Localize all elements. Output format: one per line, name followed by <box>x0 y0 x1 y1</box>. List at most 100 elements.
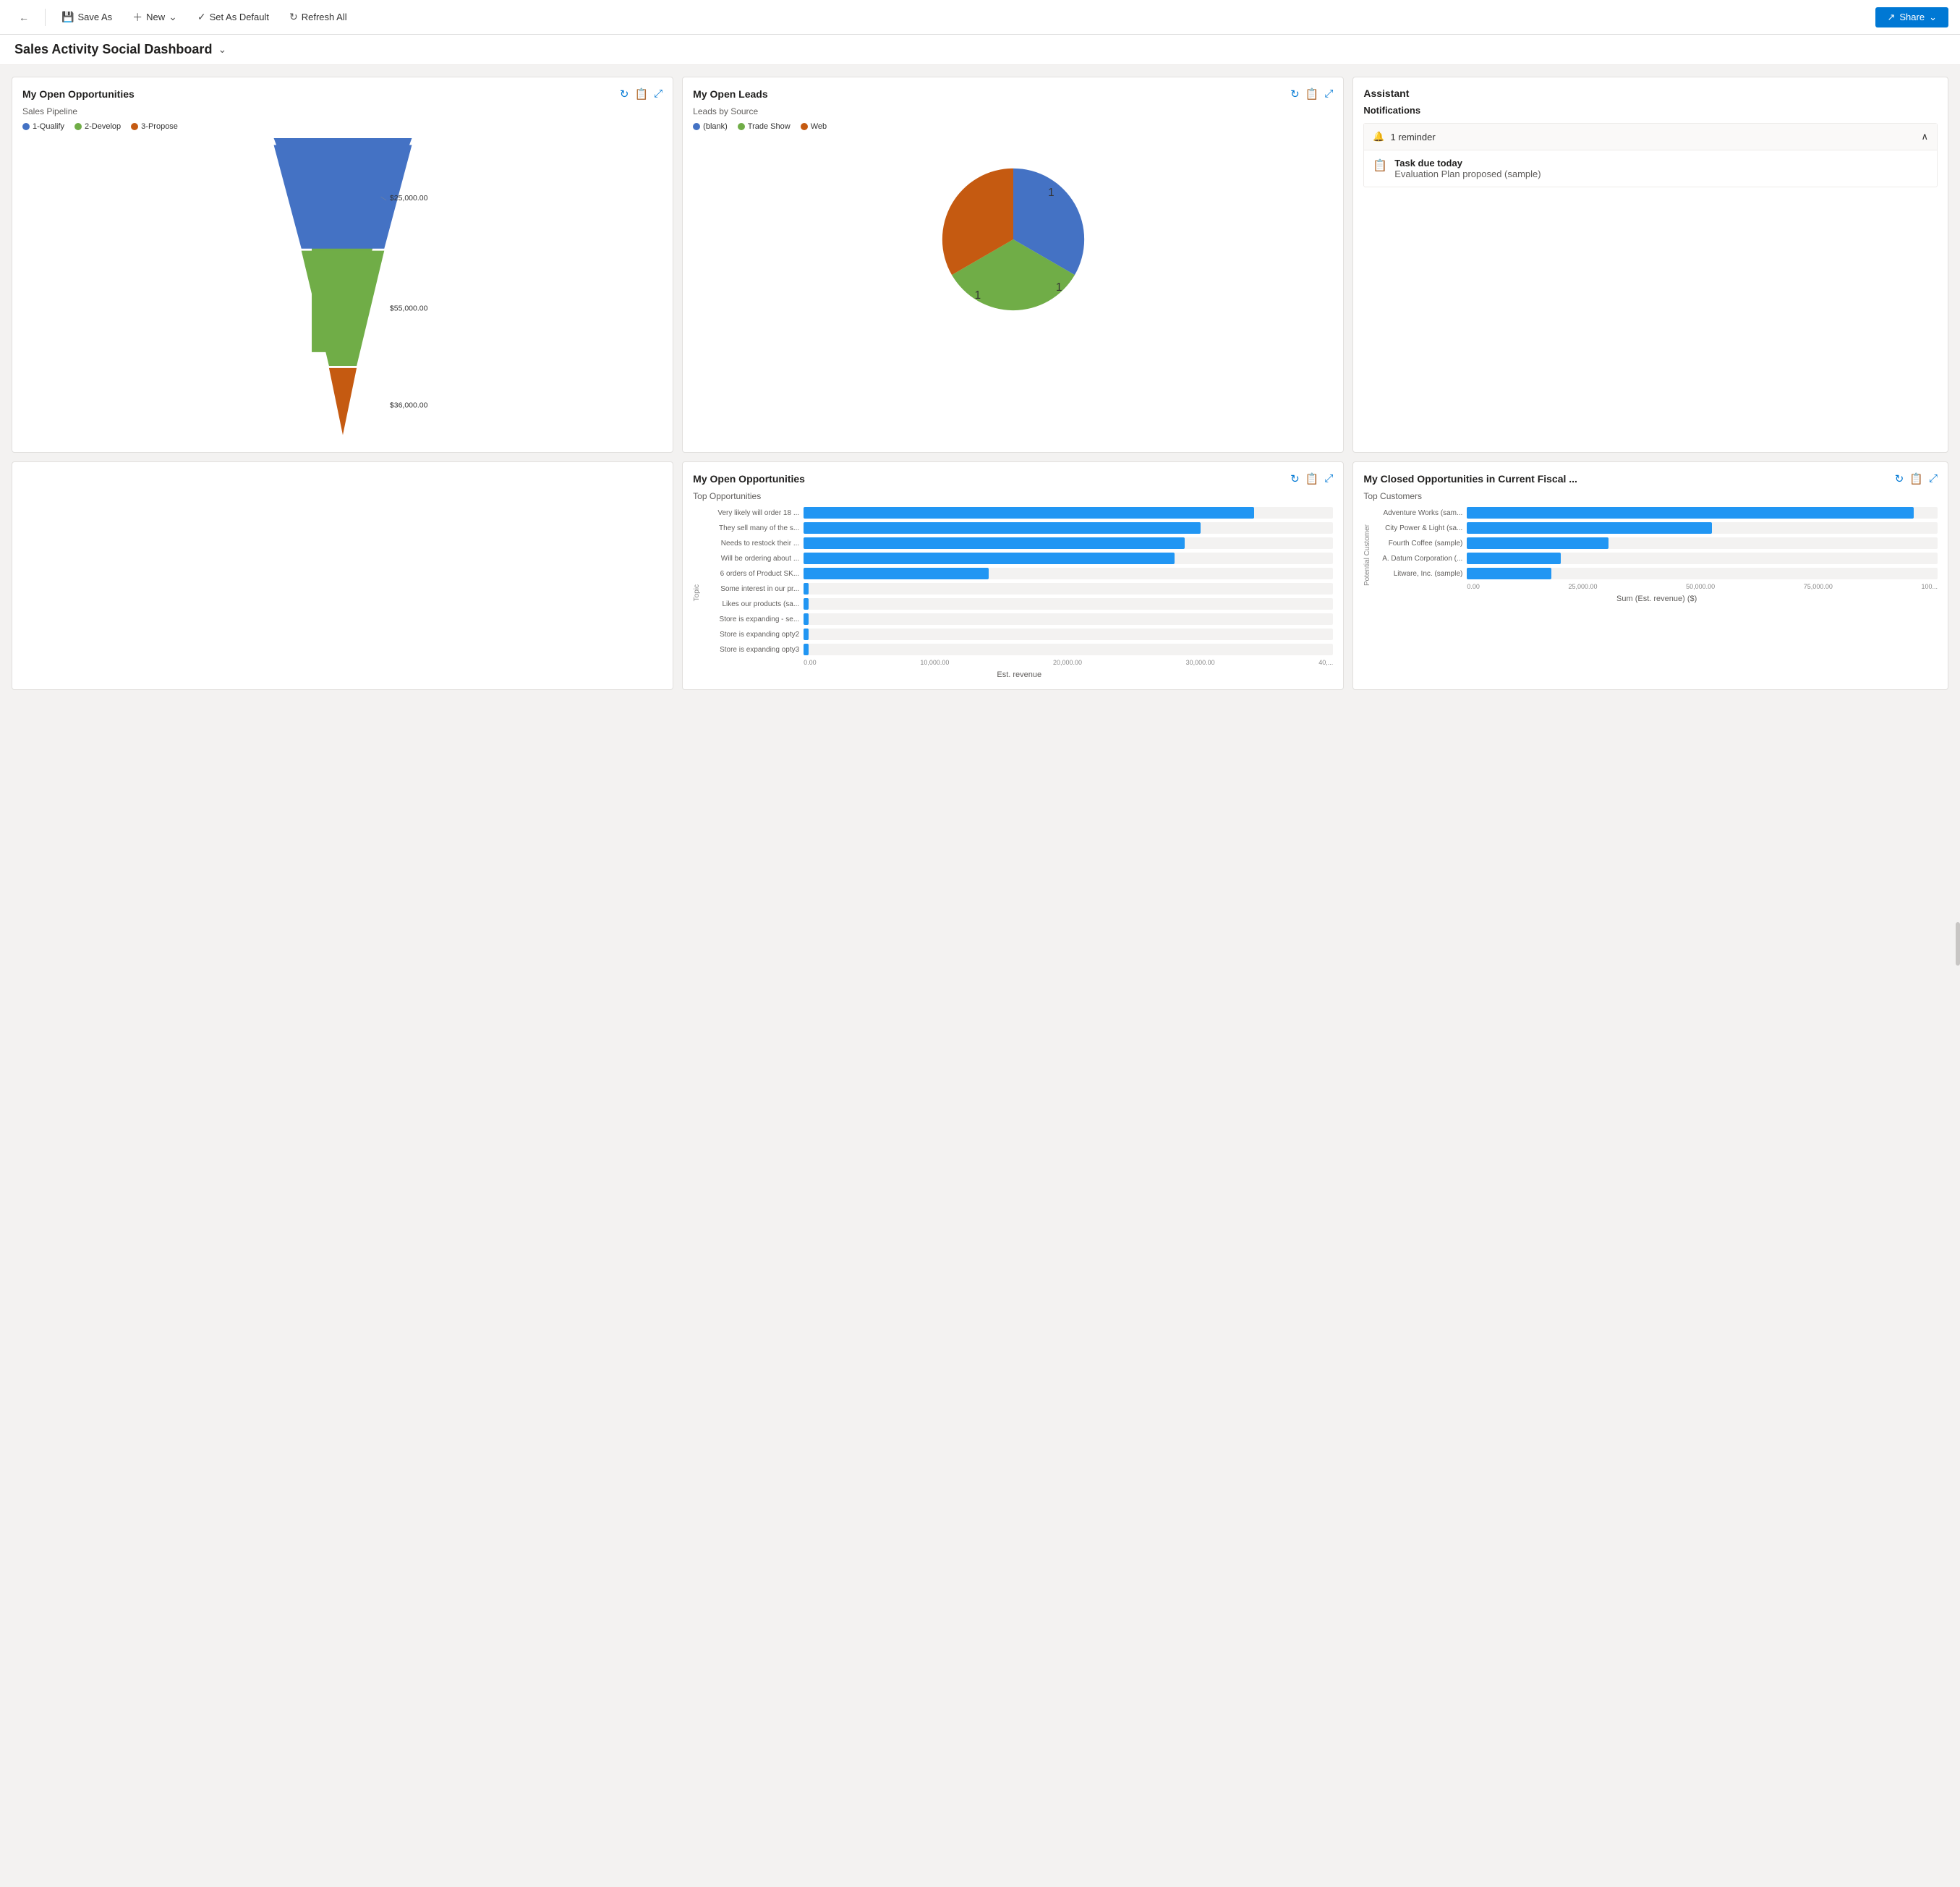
bar-fill-6 <box>804 583 809 595</box>
bar-row-5: 6 orders of Product SK... <box>705 568 1333 579</box>
page-title: Sales Activity Social Dashboard <box>14 42 212 57</box>
funnel-label-3: $36,000.00 <box>389 401 427 409</box>
bar-row-6: Some interest in our pr... <box>705 583 1333 595</box>
opp-bar-y-axis: Topic <box>693 584 701 601</box>
toolbar-divider-1 <box>45 9 46 26</box>
leads-legend: (blank) Trade Show Web <box>693 122 1333 131</box>
bar-track-4 <box>804 553 1333 564</box>
closed-bar-row-4: A. Datum Corporation (... <box>1376 553 1938 564</box>
bar-row-9: Store is expanding opty2 <box>705 629 1333 640</box>
closed-bar-fill-1 <box>1467 507 1914 519</box>
new-button[interactable]: ＋ New ⌄ <box>125 6 184 29</box>
refresh-button[interactable]: ↻ Refresh All <box>282 7 354 27</box>
pie-label-tradeshow: 1 <box>1056 281 1062 294</box>
closed-axis-75k: 75,000.00 <box>1804 583 1833 590</box>
share-button[interactable]: ↗ Share ⌄ <box>1875 7 1948 27</box>
task-title: Task due today <box>1394 158 1541 169</box>
bar-fill-5 <box>804 568 989 579</box>
bar-label-6: Some interest in our pr... <box>705 585 799 593</box>
notifications-header: Notifications <box>1363 105 1938 116</box>
leads-expand-icon[interactable]: ⤢ <box>1324 88 1333 101</box>
scroll-indicator[interactable] <box>1956 922 1960 966</box>
opp-bar-export-icon[interactable]: 📋 <box>1305 472 1319 485</box>
funnel-subtitle: Sales Pipeline <box>22 106 662 116</box>
bar-track-8 <box>804 613 1333 625</box>
closed-card-header: My Closed Opportunities in Current Fisca… <box>1363 472 1938 485</box>
opp-bar-refresh-icon[interactable]: ↻ <box>1290 472 1300 485</box>
leads-card-title: My Open Leads <box>693 88 767 100</box>
opp-bar-header: My Open Opportunities ↻ 📋 ⤢ <box>693 472 1333 485</box>
closed-expand-icon[interactable]: ⤢ <box>1929 472 1938 485</box>
axis-label-0: 0.00 <box>804 659 817 666</box>
bell-icon: 🔔 <box>1373 131 1384 142</box>
pie-label-blank: 1 <box>1048 187 1054 199</box>
axis-label-40k: 40,... <box>1318 659 1333 666</box>
bar-fill-7 <box>804 598 809 610</box>
funnel-export-icon[interactable]: 📋 <box>634 88 648 101</box>
closed-axis-labels: 0.00 25,000.00 50,000.00 75,000.00 100..… <box>1376 583 1938 590</box>
save-as-button[interactable]: 💾 Save As <box>54 7 119 27</box>
reminder-detail: 📋 Task due today Evaluation Plan propose… <box>1364 150 1937 187</box>
save-as-label: Save As <box>77 12 112 22</box>
closed-bar-fill-3 <box>1467 537 1608 549</box>
assistant-card: Assistant Notifications 🔔 1 reminder ∧ 📋… <box>1352 77 1948 453</box>
new-icon: ＋ <box>132 10 142 25</box>
closed-refresh-icon[interactable]: ↻ <box>1895 472 1904 485</box>
closed-bar-track-5 <box>1467 568 1938 579</box>
funnel-refresh-icon[interactable]: ↻ <box>620 88 629 101</box>
closed-opportunities-card: My Closed Opportunities in Current Fisca… <box>1352 461 1948 690</box>
dashboard: My Open Opportunities ↻ 📋 ⤢ Sales Pipeli… <box>0 65 1960 702</box>
legend-dot-qualify <box>22 123 30 130</box>
closed-bar-fill-4 <box>1467 553 1561 564</box>
legend-tradeshow: Trade Show <box>738 122 791 131</box>
set-default-button[interactable]: ✓ Set As Default <box>190 7 276 27</box>
closed-y-axis: Potential Customer <box>1363 524 1371 586</box>
bar-track-2 <box>804 522 1333 534</box>
closed-export-icon[interactable]: 📋 <box>1909 472 1923 485</box>
bar-row-2: They sell many of the s... <box>705 522 1333 534</box>
legend-develop: 2-Develop <box>74 122 121 131</box>
funnel-card-actions: ↻ 📋 ⤢ <box>620 88 662 101</box>
back-button[interactable]: ← <box>12 7 36 27</box>
closed-axis-50k: 50,000.00 <box>1686 583 1715 590</box>
funnel-expand-icon[interactable]: ⤢ <box>654 88 662 101</box>
bar-label-1: Very likely will order 18 ... <box>705 509 799 517</box>
page-title-chevron[interactable]: ⌄ <box>218 43 226 56</box>
leads-export-icon[interactable]: 📋 <box>1305 88 1319 101</box>
pie-label-web: 1 <box>974 289 981 302</box>
leads-card-header: My Open Leads ↻ 📋 ⤢ <box>693 88 1333 101</box>
legend-label-develop: 2-Develop <box>85 122 121 131</box>
closed-card-actions: ↻ 📋 ⤢ <box>1895 472 1938 485</box>
bar-track-10 <box>804 644 1333 655</box>
closed-bar-track-2 <box>1467 522 1938 534</box>
legend-label-propose: 3-Propose <box>141 122 178 131</box>
pie-container: 1 1 1 <box>693 138 1333 341</box>
bottom-left-placeholder <box>12 461 673 690</box>
new-chevron-icon: ⌄ <box>169 11 177 23</box>
leads-refresh-icon[interactable]: ↻ <box>1290 88 1300 101</box>
reminder-row-left: 🔔 1 reminder <box>1373 131 1435 142</box>
bar-fill-2 <box>804 522 1201 534</box>
bar-fill-8 <box>804 613 809 625</box>
reminder-section: 🔔 1 reminder ∧ 📋 Task due today Evaluati… <box>1363 123 1938 187</box>
refresh-icon: ↻ <box>289 11 298 23</box>
leads-card-actions: ↻ 📋 ⤢ <box>1290 88 1333 101</box>
bar-fill-1 <box>804 507 1253 519</box>
bar-row-4: Will be ordering about ... <box>705 553 1333 564</box>
opp-bar-expand-icon[interactable]: ⤢ <box>1324 472 1333 485</box>
closed-bar-label-2: City Power & Light (sa... <box>1376 524 1462 532</box>
open-opportunities-funnel-card: My Open Opportunities ↻ 📋 ⤢ Sales Pipeli… <box>12 77 673 453</box>
closed-axis-0: 0.00 <box>1467 583 1480 590</box>
legend-label-web: Web <box>811 122 827 131</box>
legend-web: Web <box>801 122 827 131</box>
reminder-row[interactable]: 🔔 1 reminder ∧ <box>1364 124 1937 150</box>
opp-bar-subtitle: Top Opportunities <box>693 491 1333 501</box>
funnel-card-title: My Open Opportunities <box>22 88 135 100</box>
bar-fill-10 <box>804 644 809 655</box>
bar-fill-9 <box>804 629 809 640</box>
share-icon: ↗ <box>1887 12 1895 23</box>
closed-card-title: My Closed Opportunities in Current Fisca… <box>1363 473 1577 485</box>
toolbar: ← 💾 Save As ＋ New ⌄ ✓ Set As Default ↻ R… <box>0 0 1960 35</box>
legend-dot-develop <box>74 123 82 130</box>
closed-bar-row-2: City Power & Light (sa... <box>1376 522 1938 534</box>
